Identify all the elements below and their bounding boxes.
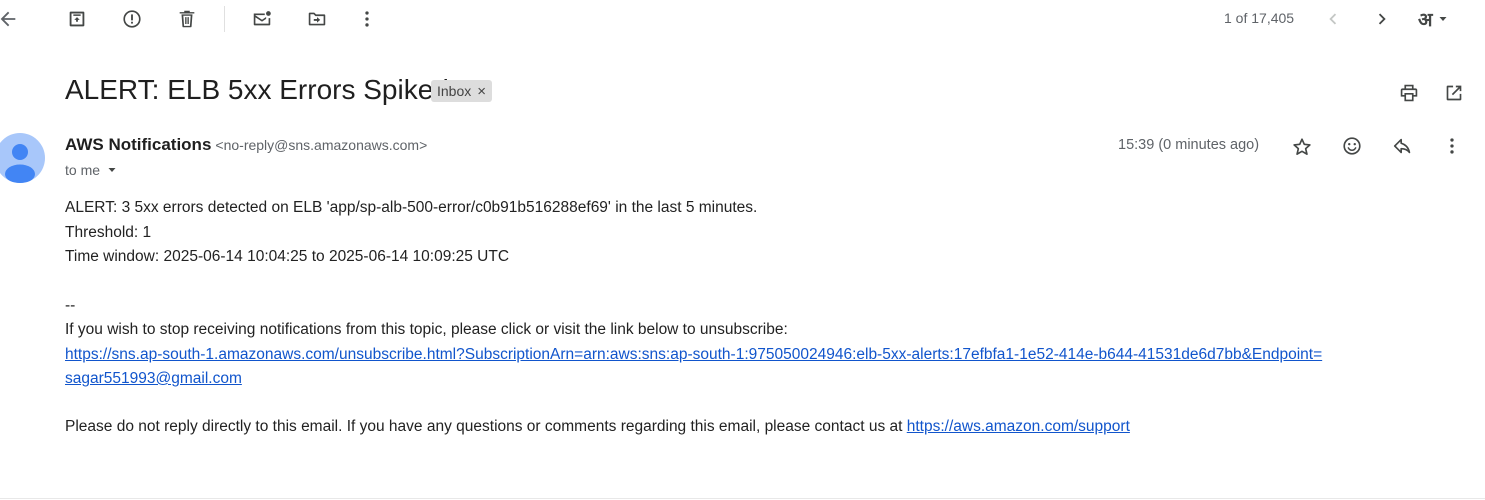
sender-email: <no-reply@sns.amazonaws.com> (215, 137, 428, 153)
input-tools-button[interactable]: अ (1418, 6, 1449, 32)
delete-icon[interactable] (172, 4, 202, 34)
unsubscribe-link-part2: sagar551993@gmail.com (65, 370, 242, 387)
mark-unread-icon[interactable] (247, 4, 277, 34)
inbox-label-chip: Inbox × (431, 80, 493, 102)
recipient-text: to me (65, 162, 101, 178)
email-body: ALERT: 3 5xx errors detected on ELB 'app… (65, 196, 1445, 439)
input-tools-icon: अ (1418, 9, 1433, 31)
reply-icon[interactable] (1388, 131, 1418, 161)
star-icon[interactable] (1287, 132, 1317, 162)
recipient-details-toggle[interactable]: to me (65, 162, 118, 178)
support-link[interactable]: https://aws.amazon.com/support (907, 418, 1130, 435)
footer-text: Please do not reply directly to this ema… (65, 415, 1445, 440)
footer-message: Please do not reply directly to this ema… (65, 417, 907, 435)
caret-down-icon (108, 168, 116, 172)
unsubscribe-text: If you wish to stop receiving notificati… (65, 321, 788, 338)
chevron-left-icon[interactable] (1318, 4, 1348, 34)
back-arrow-icon[interactable] (0, 4, 23, 34)
email-timestamp: 15:39 (0 minutes ago) (1118, 137, 1260, 153)
chevron-right-icon[interactable] (1367, 4, 1397, 34)
remove-label-button[interactable]: × (477, 83, 486, 100)
report-spam-icon[interactable] (117, 4, 147, 34)
dropdown-arrow-icon (1439, 17, 1447, 21)
open-in-new-window-icon[interactable] (1439, 78, 1469, 108)
more-options-icon[interactable] (1437, 131, 1467, 161)
more-vert-icon[interactable] (352, 4, 382, 34)
sender-info: AWS Notifications <no-reply@sns.amazonaws… (65, 135, 427, 155)
label-text: Inbox (437, 83, 472, 99)
sender-avatar (0, 133, 45, 183)
toolbar-divider (224, 6, 225, 32)
emoji-icon[interactable] (1337, 131, 1367, 161)
print-icon[interactable] (1394, 78, 1424, 108)
bottom-divider (0, 498, 1485, 499)
unsubscribe-link-container: https://sns.ap-south-1.amazonaws.com/uns… (65, 343, 1445, 392)
unsubscribe-link[interactable]: https://sns.ap-south-1.amazonaws.com/uns… (65, 346, 1322, 388)
threshold-line: Threshold: 1 (65, 223, 152, 241)
pagination-count: 1 of 17,405 (1224, 10, 1295, 26)
email-subject: ALERT: ELB 5xx Errors Spiked (65, 74, 449, 105)
signature-separator: -- (65, 296, 76, 314)
archive-icon[interactable] (62, 4, 92, 34)
alert-line: ALERT: 3 5xx errors detected on ELB 'app… (65, 199, 758, 216)
unsubscribe-link-part1: https://sns.ap-south-1.amazonaws.com/uns… (65, 345, 1323, 363)
sender-name[interactable]: AWS Notifications (65, 135, 211, 154)
time-window-line: Time window: 2025-06-14 10:04:25 to 2025… (65, 248, 510, 265)
move-to-icon[interactable] (302, 4, 332, 34)
